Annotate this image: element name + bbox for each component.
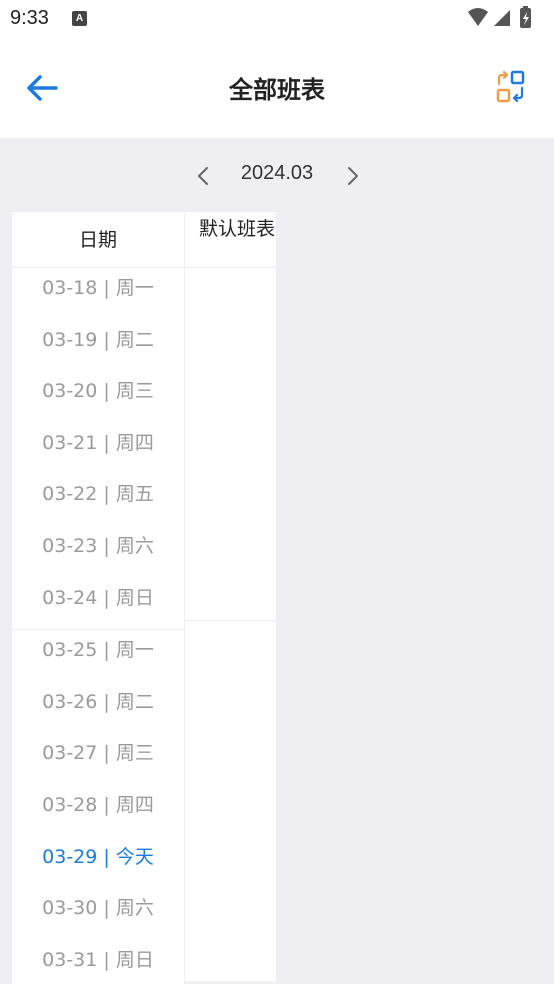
date-row-today[interactable]: 03-29 | 今天 xyxy=(12,837,184,889)
battery-icon xyxy=(520,6,531,28)
chevron-right-icon xyxy=(348,167,358,185)
current-month-label: 2024.03 xyxy=(240,162,314,184)
date-row[interactable]: 03-28 | 周四 xyxy=(12,785,184,837)
page-title: 全部班表 xyxy=(229,76,325,104)
date-row[interactable]: 03-25 | 周一 xyxy=(12,630,184,682)
date-row[interactable]: 03-22 | 周五 xyxy=(12,474,184,526)
week-block-2: 03-25 | 周一 03-26 | 周二 03-27 | 周三 03-28 |… xyxy=(12,630,184,991)
date-row[interactable]: 03-31 | 周日 xyxy=(12,940,184,991)
status-time: 9:33 xyxy=(10,7,49,29)
status-indicators xyxy=(466,6,546,30)
date-row[interactable]: 03-27 | 周三 xyxy=(12,733,184,785)
shift-cell-week-1[interactable] xyxy=(185,268,276,621)
date-row[interactable]: 03-26 | 周二 xyxy=(12,682,184,734)
schedule-content: 2024.03 日期 03-18 | 周一 03-19 | 周二 03-20 |… xyxy=(0,138,554,991)
date-row[interactable]: 03-21 | 周四 xyxy=(12,423,184,475)
next-month-button[interactable] xyxy=(340,164,364,188)
shift-cell-week-2[interactable] xyxy=(185,621,276,981)
default-shift-column-header: 默认班表 xyxy=(185,212,276,268)
month-navigator: 2024.03 xyxy=(0,158,554,192)
notification-app-icon: A xyxy=(72,11,87,26)
default-shift-column: 默认班表 xyxy=(185,212,276,981)
date-row[interactable]: 03-20 | 周三 xyxy=(12,371,184,423)
date-row[interactable]: 03-30 | 周六 xyxy=(12,888,184,940)
date-column: 日期 03-18 | 周一 03-19 | 周二 03-20 | 周三 03-2… xyxy=(12,212,184,991)
date-row[interactable]: 03-24 | 周日 xyxy=(12,578,184,630)
status-bar: 9:33 A xyxy=(0,0,554,40)
app-bar: 全部班表 xyxy=(0,40,554,138)
wifi-icon xyxy=(468,8,488,26)
week-block-1: 03-18 | 周一 03-19 | 周二 03-20 | 周三 03-21 |… xyxy=(12,268,184,631)
date-row[interactable]: 03-18 | 周一 xyxy=(12,268,184,320)
cellular-signal-icon xyxy=(494,10,510,26)
date-column-header: 日期 xyxy=(12,212,184,268)
date-row[interactable]: 03-19 | 周二 xyxy=(12,320,184,372)
switch-schedule-icon xyxy=(496,70,525,103)
date-row[interactable]: 03-23 | 周六 xyxy=(12,526,184,578)
switch-schedule-button[interactable] xyxy=(492,68,532,108)
